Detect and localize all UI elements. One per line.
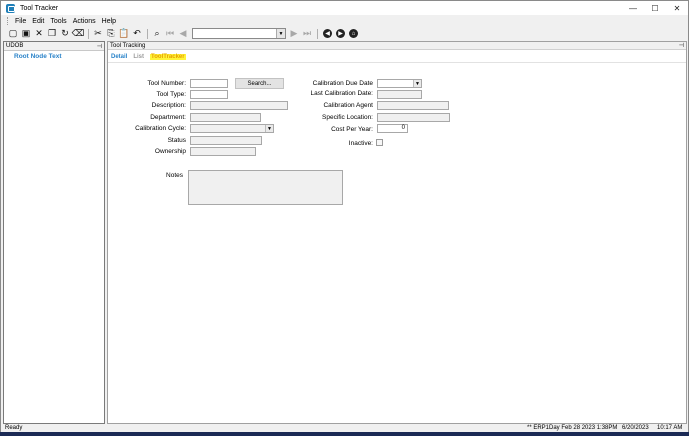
back-icon[interactable]: ◀ [323, 29, 332, 38]
menu-bar: File Edit Tools Actions Help [1, 16, 119, 26]
menu-tools[interactable]: Tools [47, 18, 69, 25]
search-button[interactable]: Search... [235, 78, 284, 89]
last-calibration-date-input[interactable] [377, 90, 422, 99]
specific-location-label: Specific Location: [322, 114, 373, 121]
chevron-down-icon[interactable]: ▼ [276, 29, 285, 38]
tab-tool-tracker[interactable]: ToolTracker [150, 54, 186, 60]
copy-icon[interactable]: ❐ [46, 28, 58, 40]
first-record-icon[interactable]: ⏮ [164, 28, 176, 40]
calendar-dropdown-icon[interactable]: ▼ [413, 80, 421, 87]
next-record-icon[interactable]: ▶ [288, 28, 300, 40]
notes-label: Notes [166, 172, 183, 179]
toolbar: ▢ ▣ ✕ ❐ ↻ ⌫ ✂ ⎘ 📋 ↶ ⌕ ⏮ ◀ ▼ ▶ ⏭ ◀ ▶ ⌂ [1, 27, 688, 40]
record-selector[interactable]: ▼ [192, 28, 286, 39]
window-controls: — ☐ ✕ [622, 1, 688, 15]
status-label: Status [167, 137, 186, 144]
menu-actions[interactable]: Actions [70, 18, 99, 25]
cost-per-year-label: Cost Per Year: [331, 126, 373, 133]
close-button[interactable]: ✕ [666, 1, 688, 15]
menu-help[interactable]: Help [99, 18, 119, 25]
tab-divider [108, 62, 686, 63]
last-calibration-date-label: Last Calibration Date: [310, 90, 373, 97]
desktop-taskbar-strip [0, 432, 689, 436]
tree-panel-title: UDOB [6, 43, 24, 49]
forward-icon[interactable]: ▶ [336, 29, 345, 38]
toolbar-separator [317, 28, 318, 39]
inactive-label: Inactive: [348, 140, 373, 147]
status-ready: Ready [5, 425, 23, 431]
tool-type-input[interactable] [190, 90, 228, 99]
status-input[interactable] [190, 136, 262, 145]
description-input[interactable] [190, 101, 288, 110]
toolbar-separator [88, 28, 89, 39]
title-bar: Tool Tracker — ☐ ✕ [1, 1, 688, 15]
tree-panel-header: UDOB ⊣ [4, 42, 104, 51]
delete-icon[interactable]: ✕ [33, 28, 45, 40]
tool-number-input[interactable] [190, 79, 228, 88]
menu-file[interactable]: File [12, 18, 29, 25]
ownership-input[interactable] [190, 147, 256, 156]
detail-panel-title: Tool Tracking [110, 42, 146, 49]
new-icon[interactable]: ▢ [7, 28, 19, 40]
find-icon[interactable]: ⌕ [151, 28, 163, 40]
status-time: 10:17 AM [657, 425, 683, 431]
chevron-down-icon[interactable]: ▼ [265, 125, 273, 132]
calibration-agent-label: Calibration Agent [323, 102, 373, 109]
copy-doc-icon[interactable]: ⎘ [105, 28, 117, 40]
refresh-icon[interactable]: ↻ [59, 28, 71, 40]
clear-icon[interactable]: ⌫ [72, 28, 85, 40]
cost-per-year-value: 0 [401, 125, 405, 131]
notes-textarea[interactable] [188, 170, 343, 205]
department-input[interactable] [190, 113, 261, 122]
calibration-cycle-label: Calibration Cycle: [135, 125, 186, 132]
pin-icon[interactable]: ⊣ [97, 43, 102, 50]
tool-type-label: Tool Type: [156, 91, 186, 98]
cut-icon[interactable]: ✂ [92, 28, 104, 40]
calibration-cycle-select[interactable]: ▼ [190, 124, 274, 133]
ownership-label: Ownership [154, 148, 186, 155]
undo-icon[interactable]: ↶ [131, 28, 143, 40]
tree-root-node[interactable]: Root Node Text [14, 53, 104, 60]
tab-bar: Detail List ToolTracker [111, 54, 192, 60]
toolbar-separator [147, 28, 148, 39]
pin-icon[interactable]: ⊣ [679, 42, 684, 49]
window-title: Tool Tracker [20, 4, 59, 12]
calibration-due-date-picker[interactable]: ▼ [377, 79, 422, 88]
status-db-info: ** ERP1Day Feb 28 2023 1:38PM [527, 425, 618, 431]
department-label: Department: [150, 114, 186, 121]
menu-edit[interactable]: Edit [29, 18, 47, 25]
previous-record-icon[interactable]: ◀ [177, 28, 189, 40]
specific-location-input[interactable] [377, 113, 450, 122]
detail-panel-header: Tool Tracking ⊣ [108, 42, 686, 50]
minimize-button[interactable]: — [622, 1, 644, 15]
inactive-checkbox[interactable] [376, 139, 383, 146]
tab-detail[interactable]: Detail [111, 54, 127, 60]
tab-list[interactable]: List [133, 54, 144, 60]
detail-panel: Tool Tracking ⊣ Detail List ToolTracker … [107, 41, 687, 424]
description-label: Description: [151, 102, 186, 109]
status-date: 6/20/2023 [622, 425, 649, 431]
app-icon [6, 3, 15, 13]
home-icon[interactable]: ⌂ [349, 29, 358, 38]
calibration-due-date-label: Calibration Due Date [312, 80, 373, 87]
tree-panel: UDOB ⊣ Root Node Text [3, 41, 105, 424]
tool-number-label: Tool Number: [147, 80, 186, 87]
save-icon[interactable]: ▣ [20, 28, 32, 40]
paste-icon[interactable]: 📋 [118, 28, 130, 40]
app-window: Tool Tracker — ☐ ✕ File Edit Tools Actio… [0, 0, 689, 433]
calibration-agent-input[interactable] [377, 101, 449, 110]
last-record-icon[interactable]: ⏭ [301, 28, 313, 40]
maximize-button[interactable]: ☐ [644, 1, 666, 15]
cost-per-year-input[interactable]: 0 [377, 124, 408, 133]
menu-grip [7, 17, 9, 25]
